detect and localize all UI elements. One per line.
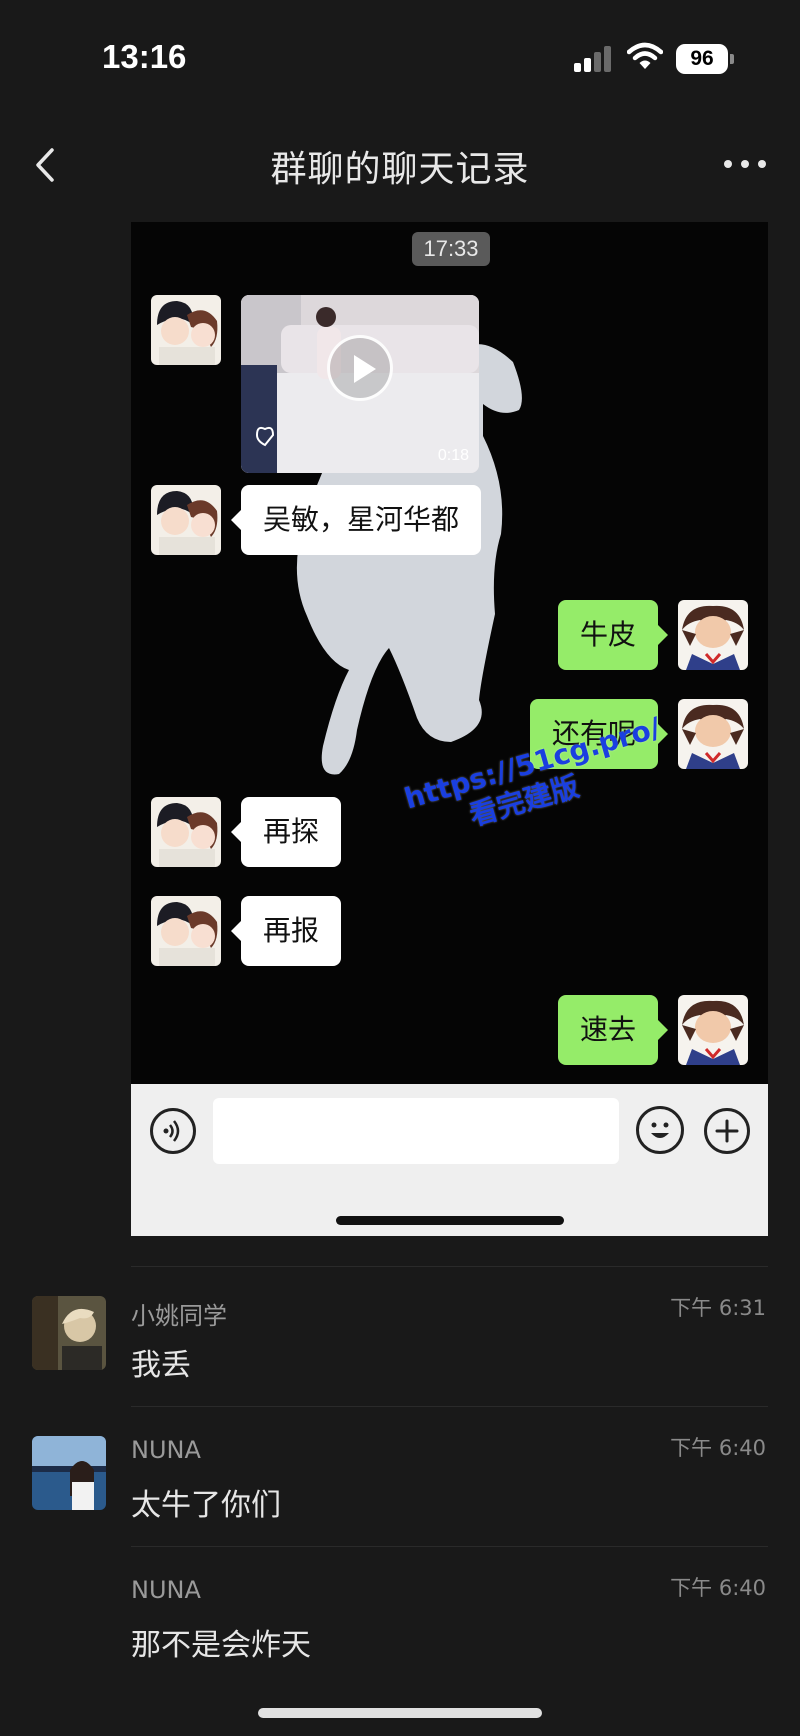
status-time: 13:16: [102, 38, 187, 75]
divider: [131, 1266, 768, 1267]
status-bar: 13:16 96: [0, 0, 800, 112]
anime-couple-avatar-icon: [151, 485, 221, 555]
wifi-icon: [627, 42, 663, 69]
comment-item: NUNA 下午 6:40 太牛了你们: [0, 1436, 800, 1576]
chat-bubble-received: 再探: [230, 797, 342, 867]
voice-icon: [163, 1120, 180, 1142]
divider: [131, 1406, 768, 1407]
add-attachment-button[interactable]: [704, 1108, 750, 1154]
page-title: 群聊的聊天记录: [270, 149, 530, 190]
user-photo-avatar-icon: [32, 1436, 106, 1510]
comment-text: 我丢: [131, 1348, 191, 1383]
more-options-button[interactable]: [724, 156, 766, 172]
anime-couple-avatar-icon: [151, 797, 221, 867]
comment-text: 太牛了你们: [131, 1488, 281, 1523]
chat-bubble-sent: 速去: [557, 995, 669, 1065]
chat-bubble-received: 再报: [230, 896, 342, 966]
video-duration: 0:18: [437, 447, 469, 464]
chat-bubble-sent: 牛皮: [557, 600, 669, 670]
chat-screenshot-image[interactable]: 17:33 0:18 吴敏，星河华都 牛皮 还有呢 再探 再报 速去 https…: [131, 222, 768, 1236]
chat-timestamp: 17:33: [412, 232, 490, 266]
voice-input-button[interactable]: [150, 1108, 196, 1154]
cartoon-sailor-avatar-icon: [678, 995, 748, 1065]
avatar: [678, 600, 748, 670]
battery-indicator: 96: [676, 44, 734, 74]
avatar: [678, 995, 748, 1065]
comment-author: NUNA: [131, 1576, 201, 1604]
avatar[interactable]: [32, 1296, 106, 1370]
comment-author: 小姚同学: [131, 1302, 227, 1330]
comment-author: NUNA: [131, 1436, 201, 1464]
chat-bubble-received: 吴敏，星河华都: [230, 485, 482, 555]
plus-icon: [715, 1119, 739, 1143]
comment-time: 下午 6:40: [670, 1576, 766, 1600]
cartoon-sailor-avatar-icon: [678, 600, 748, 670]
home-indicator-inner: [336, 1216, 564, 1225]
emoji-button[interactable]: [636, 1106, 684, 1154]
comment-item: NUNA 下午 6:40 那不是会炸天: [0, 1576, 800, 1716]
comment-text: 那不是会炸天: [131, 1628, 311, 1663]
divider: [131, 1546, 768, 1547]
chat-input-bar: [131, 1084, 768, 1236]
video-message[interactable]: 0:18: [241, 295, 479, 473]
cellular-signal-icon: [574, 46, 614, 72]
comment-item: 小姚同学 下午 6:31 我丢: [0, 1296, 800, 1436]
anime-couple-avatar-icon: [151, 896, 221, 966]
play-icon[interactable]: [327, 335, 393, 401]
avatar: [678, 699, 748, 769]
user-photo-avatar-icon: [32, 1296, 106, 1370]
comment-time: 下午 6:31: [670, 1296, 766, 1320]
nav-bar: 群聊的聊天记录: [0, 112, 800, 220]
smiley-icon: [651, 1122, 669, 1138]
avatar[interactable]: [32, 1436, 106, 1510]
anime-couple-avatar-icon: [151, 295, 221, 365]
avatar: [151, 797, 221, 867]
message-input[interactable]: [213, 1098, 619, 1164]
comment-time: 下午 6:40: [670, 1436, 766, 1460]
avatar: [151, 295, 221, 365]
cartoon-sailor-avatar-icon: [678, 699, 748, 769]
avatar: [151, 485, 221, 555]
avatar: [151, 896, 221, 966]
home-indicator[interactable]: [258, 1708, 542, 1718]
